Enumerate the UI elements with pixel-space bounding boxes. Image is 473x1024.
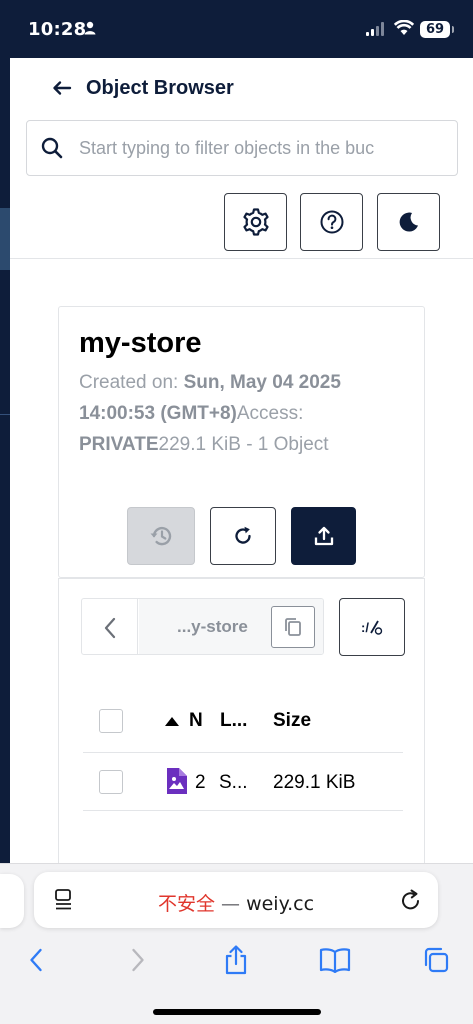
chevron-left-icon (104, 617, 115, 638)
search-box[interactable] (26, 120, 458, 176)
help-button[interactable] (300, 193, 363, 251)
path-breadcrumb: ...y-store (81, 598, 324, 655)
column-header-size[interactable]: Size (273, 710, 311, 732)
image-file-icon (167, 768, 187, 794)
person-icon (84, 21, 96, 35)
upload-icon (314, 526, 333, 546)
domain: weiy.cc (246, 893, 315, 915)
edit-path-icon (370, 620, 383, 635)
battery-icon: 69 (420, 21, 454, 38)
status-bar: 10:28 69 (0, 0, 473, 58)
back-arrow-icon[interactable] (52, 80, 72, 96)
path-back-button[interactable] (82, 599, 138, 654)
address-bar[interactable]: 不安全 — weiy.cc (34, 872, 438, 928)
object-browser-panel: Object Browser my-store C (10, 58, 473, 868)
browser-nav (0, 940, 473, 980)
sidebar-divider (0, 414, 10, 415)
wifi-icon (394, 20, 414, 35)
tabs-button[interactable] (414, 940, 458, 980)
tabs-icon (424, 947, 449, 973)
current-path: ...y-store (177, 617, 248, 636)
bucket-info-card: my-store Created on: Sun, May 04 2025 14… (58, 306, 425, 578)
chevron-right-icon (132, 948, 144, 972)
table-row[interactable]: 2 S... 229.1 KiB (83, 753, 403, 811)
sidebar[interactable] (0, 58, 10, 863)
copy-icon (285, 618, 301, 636)
select-all-checkbox[interactable] (99, 709, 123, 733)
copy-path-button[interactable] (271, 606, 315, 648)
status-time: 10:28 (28, 19, 87, 40)
previous-tab[interactable] (0, 874, 24, 928)
edit-path-label: :/ (361, 619, 369, 635)
created-label: Created on: (79, 372, 184, 393)
column-header-name[interactable]: N (189, 710, 203, 732)
row-checkbox[interactable] (99, 770, 123, 794)
row-last-modified: S... (219, 772, 248, 793)
path-field: ...y-store (139, 599, 323, 654)
gear-icon (242, 208, 269, 236)
search-input[interactable] (79, 137, 439, 159)
bucket-name: my-store (79, 327, 202, 359)
chevron-left-icon (30, 948, 42, 972)
column-header-last-modified[interactable]: L... (220, 710, 247, 732)
header-divider (10, 258, 473, 259)
row-size: 229.1 KiB (273, 772, 356, 793)
browser-toolbar: 不安全 — weiy.cc (0, 863, 473, 1024)
search-icon (41, 137, 63, 159)
home-indicator[interactable] (153, 1009, 321, 1015)
bookmarks-button[interactable] (313, 940, 357, 980)
dark-mode-button[interactable] (377, 193, 440, 251)
browser-forward-button[interactable] (116, 940, 160, 980)
sidebar-active-item[interactable] (0, 208, 10, 270)
moon-icon (399, 212, 418, 232)
header: Object Browser (52, 76, 234, 100)
refresh-icon (235, 526, 251, 544)
url-separator: — (214, 893, 247, 915)
row-name: 2 (195, 772, 206, 793)
upload-button[interactable] (291, 507, 356, 565)
cellular-signal-icon (366, 22, 384, 36)
history-icon (150, 526, 172, 546)
share-button[interactable] (214, 940, 258, 980)
url-text[interactable]: 不安全 — weiy.cc (34, 889, 438, 916)
settings-button[interactable] (224, 193, 287, 251)
rewind-button[interactable] (127, 507, 195, 565)
edit-path-button[interactable]: :/ (339, 598, 405, 656)
insecure-label: 不安全 (157, 893, 215, 915)
share-icon (225, 945, 247, 975)
sort-ascending-icon[interactable] (165, 717, 179, 726)
objects-panel: ...y-store :/ N L... Size 2 S... 229.1 K… (58, 578, 425, 868)
size-summary: 229.1 KiB - 1 Object (158, 434, 329, 455)
page-title: Object Browser (86, 76, 234, 99)
browser-back-button[interactable] (14, 940, 58, 980)
reload-icon[interactable] (400, 888, 422, 912)
table-header: N L... Size (83, 689, 403, 753)
bucket-meta: Created on: Sun, May 04 2025 14:00:53 (G… (79, 367, 409, 460)
refresh-button[interactable] (210, 507, 276, 565)
access-value: PRIVATE (79, 434, 159, 455)
access-label: Access: (236, 403, 304, 424)
book-icon (319, 948, 351, 973)
help-icon (320, 210, 343, 234)
